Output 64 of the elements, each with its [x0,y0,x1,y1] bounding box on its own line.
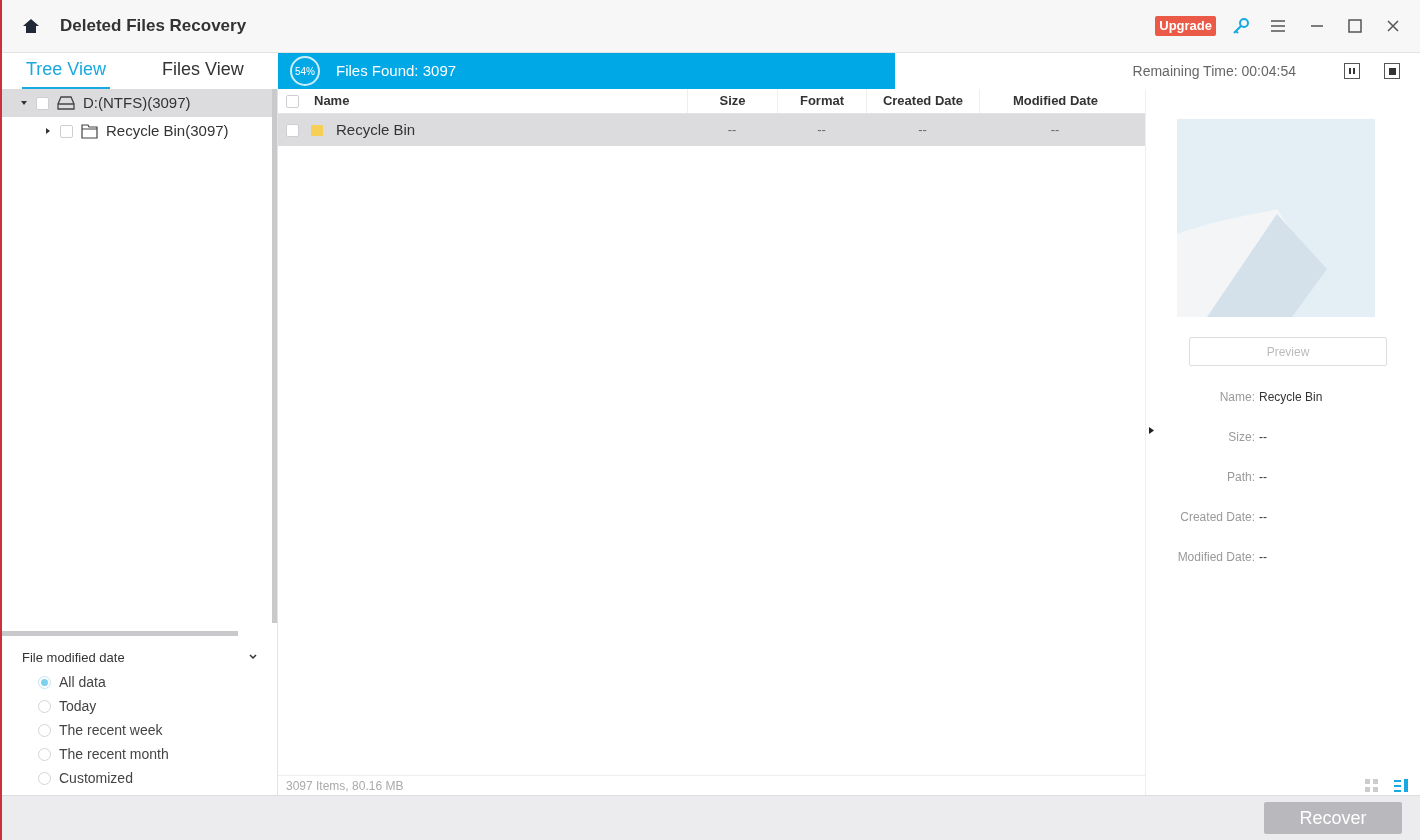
remaining-time: Remaining Time: 00:04:54 [1132,61,1296,81]
view-tab[interactable]: Files View [158,56,248,89]
date-filter-option[interactable]: All data [22,673,257,691]
column-header[interactable]: Created Date [866,89,979,113]
filter-title: File modified date [22,648,125,667]
folder-icon [310,123,324,137]
key-icon[interactable] [1232,17,1250,35]
table-cell-text: -- [918,121,927,140]
detail-label: Modified Date: [1176,549,1255,566]
stop-button[interactable] [1384,63,1400,79]
table-cell-text: Recycle Bin [336,119,416,140]
column-header[interactable]: Size [687,89,777,113]
detail-label: Size: [1227,429,1255,446]
detail-label: Path: [1225,469,1255,486]
option-label: The recent month [59,744,169,764]
status-text: 3097 Items, 80.16 MB [286,777,404,795]
caret-right-icon[interactable] [44,127,52,135]
menu-icon[interactable] [1270,19,1286,33]
tree-item[interactable]: Recycle Bin(3097) [2,117,272,145]
close-icon[interactable] [1386,19,1400,33]
detail-value: -- [1259,469,1267,486]
checkbox[interactable] [36,96,49,110]
checkbox[interactable] [60,124,73,138]
option-label: Today [59,696,97,716]
table-cell-text: -- [727,121,737,140]
tree-item[interactable]: D:(NTFS)(3097) [2,89,272,117]
option-label: Customized [59,768,133,788]
date-filter-option[interactable]: The recent week [22,721,257,739]
table-row[interactable]: Recycle Bin -- -- -- -- [278,114,1145,146]
scrollbar[interactable] [2,630,238,636]
option-label: The recent week [59,720,163,740]
tree-label: Recycle Bin(3097) [106,120,229,141]
maximize-icon[interactable] [1348,19,1362,33]
checkbox[interactable] [285,94,299,108]
drive-icon [57,95,75,111]
checkbox[interactable] [285,123,299,137]
detail-value: Recycle Bin [1259,389,1323,406]
detail-label: Created Date: [1179,509,1255,526]
detail-value: -- [1259,429,1267,446]
pause-button[interactable] [1344,63,1360,79]
detail-value: -- [1259,549,1267,566]
list-view-icon[interactable] [1394,778,1408,792]
table-cell-text: -- [817,121,826,140]
home-icon[interactable] [22,18,40,34]
table-cell-text: -- [1050,121,1060,140]
grid-view-icon[interactable] [1365,778,1378,792]
detail-label: Name: [1218,389,1255,406]
folder-icon [81,123,98,139]
detail-value: -- [1259,509,1267,526]
column-header[interactable]: Modified Date [979,89,1131,113]
date-filter-option[interactable]: Customized [22,769,257,787]
date-filter-option[interactable]: The recent month [22,745,257,763]
progress-ring: 54% [290,56,320,86]
collapse-arrow-icon[interactable] [1149,427,1154,434]
scrollbar[interactable] [272,89,277,623]
column-header[interactable]: Format [777,89,866,113]
option-label: All data [59,672,106,692]
tree-label: D:(NTFS)(3097) [83,92,191,113]
column-header[interactable]: Name [306,89,687,113]
chevron-down-icon[interactable] [249,654,257,661]
files-found: Files Found: 3097 [336,60,457,81]
caret-down-icon[interactable] [20,99,28,107]
date-filter-option[interactable]: Today [22,697,257,715]
window-title: Deleted Files Recovery [60,15,247,38]
